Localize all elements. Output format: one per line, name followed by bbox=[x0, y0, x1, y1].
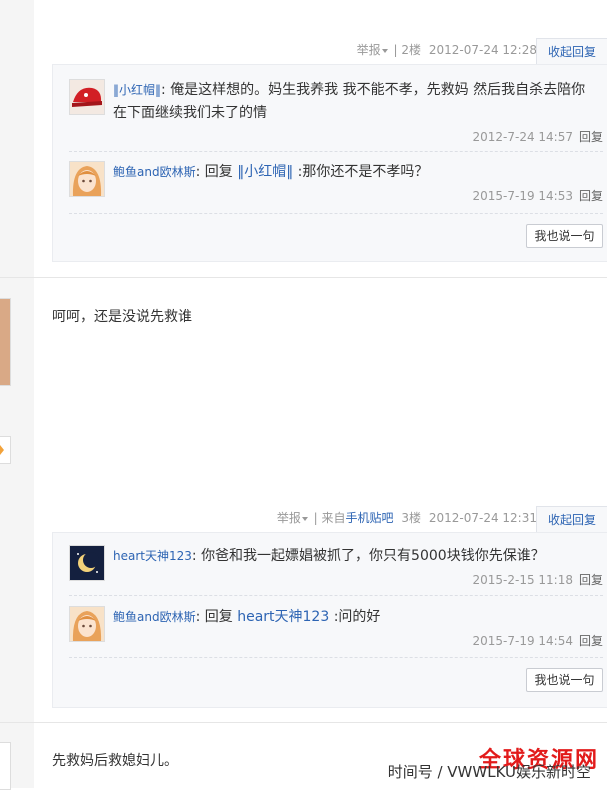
star-badge-icon bbox=[0, 436, 11, 464]
reply-time: 2012-7-24 14:57 回复 bbox=[472, 130, 603, 144]
reply-item: ‖小红帽‖: 俺是这样想的。妈生我养我 我不能不孝，先救妈 然后我自杀去陪你 在… bbox=[69, 79, 603, 149]
author-avatar[interactable] bbox=[0, 742, 11, 790]
reply-target-user[interactable]: heart天神123 bbox=[237, 609, 329, 625]
reply-divider bbox=[69, 657, 603, 659]
report-link[interactable]: 举报 bbox=[277, 511, 310, 525]
girl-avatar[interactable] bbox=[69, 161, 105, 197]
floor-number: 3楼 bbox=[401, 511, 422, 525]
post-meta-floor-3: 举报 | 来自手机贴吧 3楼 2012-07-24 12:31 bbox=[276, 511, 537, 525]
reply-divider bbox=[69, 151, 603, 153]
say-something-button[interactable]: 我也说一句 bbox=[526, 224, 603, 248]
reply-divider bbox=[69, 595, 603, 597]
post-divider bbox=[0, 722, 607, 723]
reply-username[interactable]: heart天神123 bbox=[113, 549, 192, 563]
reply-text: 俺是这样想的。妈生我养我 我不能不孝，先救妈 然后我自杀去陪你 在下面继续我们未… bbox=[113, 82, 586, 121]
reply-link[interactable]: 回复 bbox=[579, 573, 603, 587]
post-content: 呵呵，还是没说先救谁 bbox=[52, 309, 192, 325]
post-meta-floor-2: 举报 | 2楼 2012-07-24 12:28 bbox=[356, 43, 537, 57]
girl-face-icon bbox=[70, 607, 104, 641]
reply-item: 鲍鱼and欧林斯: 回复 heart天神123 :问的好 2015-7-19 1… bbox=[69, 606, 603, 656]
red-hat-icon bbox=[70, 80, 104, 114]
girl-avatar[interactable] bbox=[69, 606, 105, 642]
reply-username[interactable]: ‖小红帽‖ bbox=[113, 83, 161, 97]
floor-number: 2楼 bbox=[401, 43, 422, 57]
girl-face-icon bbox=[70, 162, 104, 196]
reply-target-user[interactable]: ‖小红帽‖ bbox=[237, 164, 293, 180]
watermark-caption: 时间号 / VWWLKU娱乐新时空 bbox=[387, 763, 591, 781]
reply-text: :问的好 bbox=[333, 609, 381, 625]
reply-panel: heart天神123: 你爸和我一起嫖娼被抓了，你只有5000块钱你先保谁？ 2… bbox=[52, 532, 607, 708]
reply-username[interactable]: 鲍鱼and欧林斯 bbox=[113, 610, 196, 624]
reply-item: heart天神123: 你爸和我一起嫖娼被抓了，你只有5000块钱你先保谁？ 2… bbox=[69, 545, 603, 595]
reply-divider bbox=[69, 213, 603, 215]
reply-text: :那你还不是不孝吗？ bbox=[297, 164, 429, 180]
reply-time: 2015-2-15 11:18 回复 bbox=[472, 573, 603, 587]
reply-time: 2015-7-19 14:53 回复 bbox=[472, 189, 603, 203]
reply-link[interactable]: 回复 bbox=[579, 189, 603, 203]
reply-panel: ‖小红帽‖: 俺是这样想的。妈生我养我 我不能不孝，先救妈 然后我自杀去陪你 在… bbox=[52, 64, 607, 262]
post-divider bbox=[0, 277, 607, 278]
reply-username[interactable]: 鲍鱼and欧林斯 bbox=[113, 165, 196, 179]
left-author-column bbox=[0, 0, 34, 788]
moon-avatar[interactable] bbox=[69, 545, 105, 581]
post-content: 先救妈后救媳妇儿。 bbox=[52, 753, 178, 769]
mobile-client-link[interactable]: 手机贴吧 bbox=[346, 511, 394, 525]
reply-item: 鲍鱼and欧林斯: 回复 ‖小红帽‖ :那你还不是不孝吗？ 2015-7-19 … bbox=[69, 161, 603, 211]
reply-link[interactable]: 回复 bbox=[579, 634, 603, 648]
report-link[interactable]: 举报 bbox=[357, 43, 390, 57]
reply-time: 2015-7-19 14:54 回复 bbox=[472, 634, 603, 648]
reply-link[interactable]: 回复 bbox=[579, 130, 603, 144]
caret-down-icon bbox=[381, 48, 388, 53]
post-date: 2012-07-24 12:31 bbox=[428, 511, 537, 525]
red-hat-avatar[interactable] bbox=[69, 79, 105, 115]
moon-icon bbox=[70, 546, 104, 580]
reply-text: 你爸和我一起嫖娼被抓了，你只有5000块钱你先保谁？ bbox=[201, 548, 545, 564]
post-date: 2012-07-24 12:28 bbox=[428, 43, 537, 57]
collapse-replies-button[interactable]: 收起回复 bbox=[536, 506, 607, 533]
say-something-button[interactable]: 我也说一句 bbox=[526, 668, 603, 692]
caret-down-icon bbox=[301, 516, 308, 521]
author-avatar[interactable] bbox=[0, 298, 11, 386]
collapse-replies-button[interactable]: 收起回复 bbox=[536, 38, 607, 65]
